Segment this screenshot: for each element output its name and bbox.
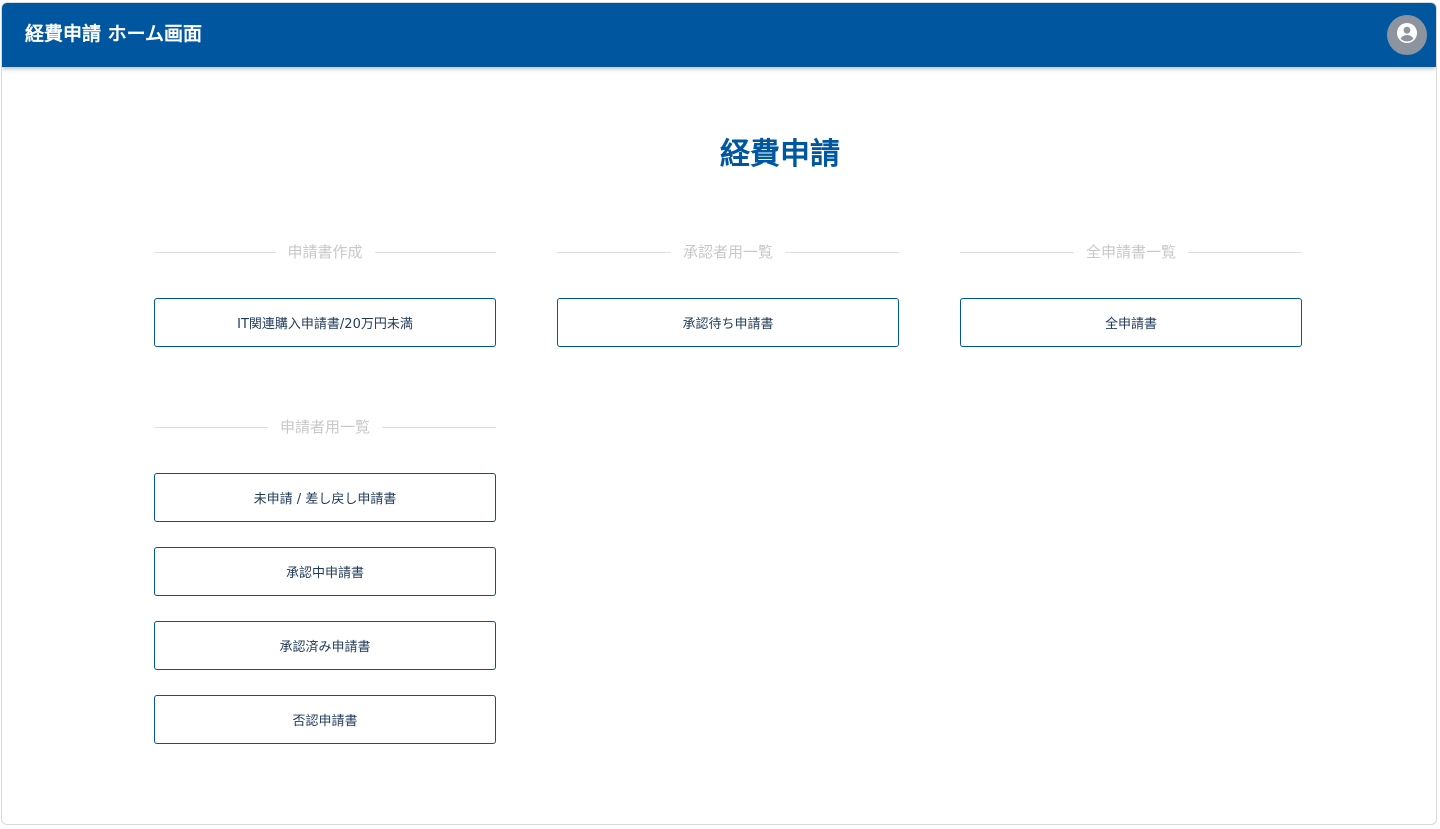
divider [960, 251, 1074, 253]
section-header: 申請者用一覧 [154, 417, 497, 437]
divider [1188, 251, 1303, 253]
divider [382, 426, 497, 428]
app-title: 経費申請 ホーム画面 [25, 23, 203, 45]
section-approver-list: 承認者用一覧 承認待ち申請書 [557, 242, 900, 352]
account-button[interactable] [1387, 15, 1427, 55]
section-label: 申請書作成 [287, 243, 363, 261]
it-purchase-application-button[interactable]: IT関連購入申請書/20万円未満 [154, 298, 496, 347]
section-all-applications: 全申請書一覧 全申請書 [960, 242, 1303, 352]
section-applicant-list: 申請者用一覧 未申請 / 差し戻し申請書 承認中申請書 承認済み申請書 否認申請… [154, 417, 497, 747]
rejected-button[interactable]: 否認申請書 [154, 695, 496, 744]
divider [154, 426, 268, 428]
pending-approval-button[interactable]: 承認待ち申請書 [557, 298, 899, 347]
section-label: 申請者用一覧 [280, 418, 371, 436]
section-header: 申請書作成 [154, 242, 497, 262]
divider [557, 251, 671, 253]
app-window: 経費申請 ホーム画面 経費申請 申請書作成 IT関連購入申請書/20万円未満 承… [1, 2, 1437, 825]
in-approval-button[interactable]: 承認中申請書 [154, 547, 496, 596]
section-header: 承認者用一覧 [557, 242, 900, 262]
divider [154, 251, 276, 253]
account-circle-icon [1395, 21, 1419, 49]
section-label: 承認者用一覧 [683, 243, 774, 261]
section-header: 全申請書一覧 [960, 242, 1303, 262]
divider [785, 251, 900, 253]
section-create-application: 申請書作成 IT関連購入申請書/20万円未満 [154, 242, 497, 352]
section-label: 全申請書一覧 [1086, 243, 1177, 261]
divider [374, 251, 497, 253]
page-title: 経費申請 [720, 137, 840, 172]
unsubmitted-returned-button[interactable]: 未申請 / 差し戻し申請書 [154, 473, 496, 522]
app-bar: 経費申請 ホーム画面 [2, 3, 1436, 67]
all-applications-button[interactable]: 全申請書 [960, 298, 1302, 347]
approved-button[interactable]: 承認済み申請書 [154, 621, 496, 670]
